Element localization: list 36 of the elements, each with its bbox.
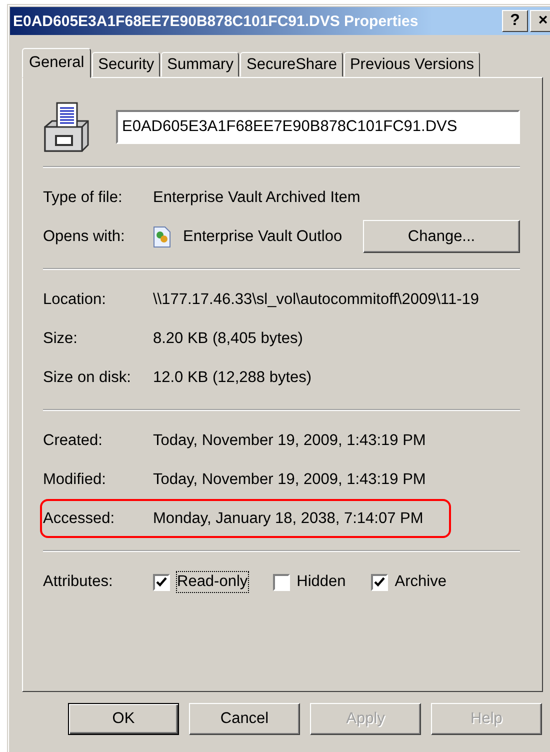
tab[interactable]: Security: [92, 52, 160, 77]
close-button[interactable]: ×: [530, 10, 550, 32]
property-label: Size:: [43, 330, 78, 348]
property-value: Today, November 19, 2009, 1:43:19 PM: [153, 470, 426, 488]
tab[interactable]: SecureShare: [240, 52, 343, 77]
property-value: Today, November 19, 2009, 1:43:19 PM: [153, 432, 426, 450]
attributes-label: Attributes:: [43, 573, 114, 591]
property-value: Enterprise Vault Archived Item: [153, 188, 360, 206]
property-value: 8.20 KB (8,405 bytes): [153, 330, 303, 348]
change-button[interactable]: Change...: [363, 220, 520, 253]
property-label: Location:: [43, 290, 107, 308]
tab[interactable]: Previous Versions: [344, 52, 480, 77]
property-value: 12.0 KB (12,288 bytes): [153, 368, 312, 386]
app-name: Enterprise Vault Outloo: [183, 228, 344, 246]
property-label: Modified:: [43, 470, 107, 488]
property-label: Created:: [43, 432, 104, 450]
property-label: Type of file:: [43, 188, 124, 206]
checkbox[interactable]: [272, 574, 290, 590]
checkbox-label[interactable]: Hidden: [296, 571, 347, 593]
checkbox-label[interactable]: Archive: [394, 571, 448, 593]
checkbox[interactable]: [153, 574, 170, 590]
app-icon: [153, 226, 171, 248]
checkbox-label[interactable]: Read-only: [176, 571, 249, 593]
tab[interactable]: Summary: [161, 52, 240, 77]
property-label: Size on disk:: [43, 368, 132, 386]
dialog-button[interactable]: OK: [68, 703, 179, 735]
window-title: E0AD605E3A1F68EE7E90B878C101FC91.DVS Properties: [13, 12, 420, 30]
checkbox[interactable]: [370, 574, 388, 590]
property-value: \\177.17.46.33\sl_vol\autocommitoff\2009\11-19: [153, 290, 480, 308]
property-label: Opens with:: [43, 228, 126, 246]
dialog-button[interactable]: Cancel: [189, 703, 300, 735]
tab[interactable]: General: [22, 48, 92, 78]
file-name-field[interactable]: E0AD605E3A1F68EE7E90B878C101FC91.DVS: [116, 110, 520, 144]
property-label: Accessed:: [43, 510, 116, 528]
property-value: Monday, January 18, 2038, 7:14:07 PM: [153, 510, 424, 528]
help-button[interactable]: ?: [502, 10, 528, 32]
